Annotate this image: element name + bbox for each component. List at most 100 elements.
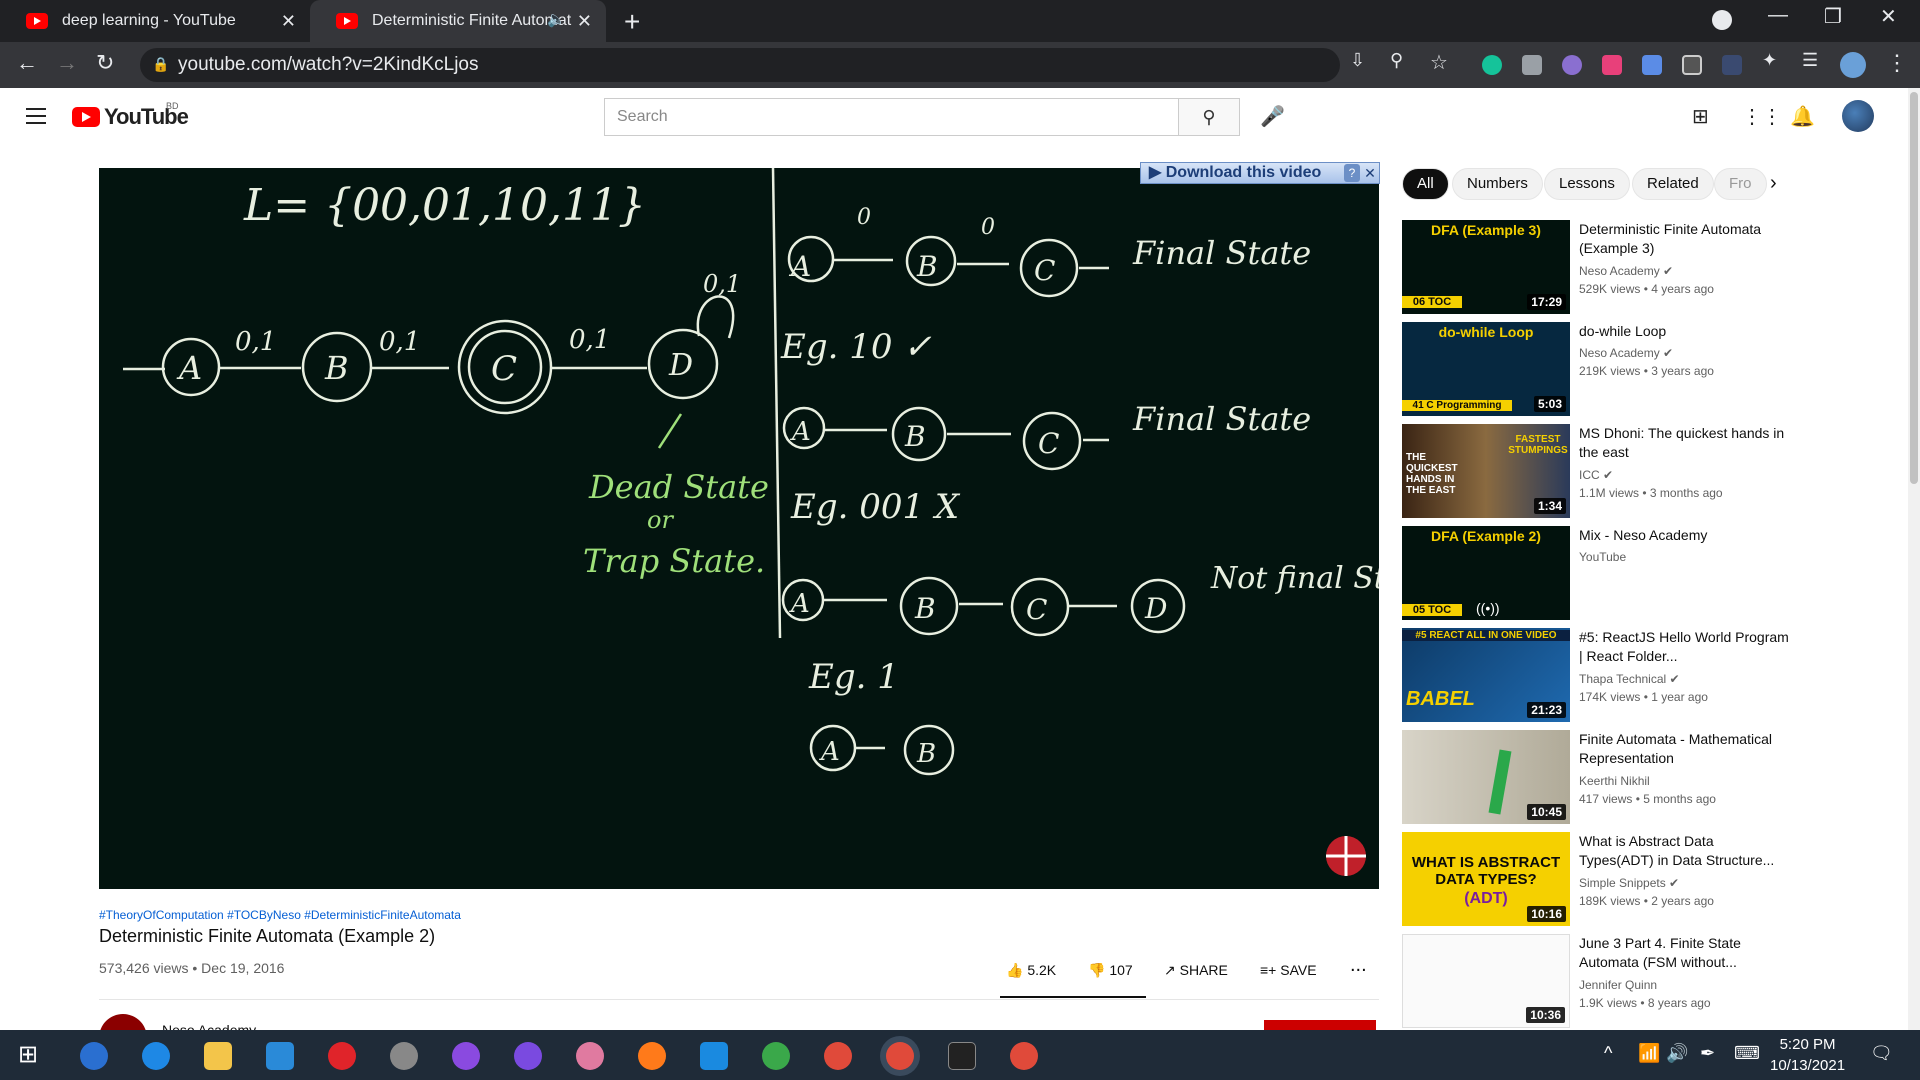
rec-item[interactable]: 10:45 Finite Automata - Mathematical Rep…: [1402, 730, 1882, 826]
rec-channel[interactable]: Neso Academy ✔: [1579, 264, 1673, 278]
rec-channel[interactable]: Thapa Technical ✔: [1579, 672, 1680, 686]
youtube-logo-icon[interactable]: [72, 107, 100, 127]
firefox-icon[interactable]: [638, 1042, 666, 1070]
rec-channel[interactable]: Neso Academy ✔: [1579, 346, 1673, 360]
new-tab-button[interactable]: +: [624, 6, 640, 38]
camera-extension-icon[interactable]: [1522, 55, 1542, 75]
share-button[interactable]: ↗ SHARE: [1164, 962, 1228, 979]
create-video-icon[interactable]: ⊞: [1692, 104, 1709, 129]
address-bar[interactable]: youtube.com/watch?v=2KindKcLjos: [140, 48, 1340, 82]
profile-avatar-icon[interactable]: [1840, 52, 1866, 78]
install-icon[interactable]: ⇩: [1350, 50, 1365, 71]
rec-title[interactable]: #5: ReactJS Hello World Program | React …: [1579, 628, 1789, 666]
rec-title[interactable]: MS Dhoni: The quickest hands in the east: [1579, 424, 1789, 462]
rec-item[interactable]: do-while Loop 41 C Programming 5:03 do-w…: [1402, 322, 1882, 418]
rec-item[interactable]: WHAT IS ABSTRACT DATA TYPES? (ADT) 10:16…: [1402, 832, 1882, 928]
save-button[interactable]: ≡+ SAVE: [1260, 962, 1317, 978]
grammarly-extension-icon[interactable]: [1482, 55, 1502, 75]
flag-extension-icon[interactable]: [1602, 55, 1622, 75]
pen-icon[interactable]: ✒: [1700, 1043, 1715, 1064]
close-tab-icon[interactable]: ✕: [281, 11, 296, 32]
minimize-button[interactable]: —: [1768, 4, 1788, 27]
rec-thumbnail[interactable]: #5 REACT ALL IN ONE VIDEO BABEL 21:23: [1402, 628, 1570, 722]
maps-app-icon[interactable]: [762, 1042, 790, 1070]
chip-related[interactable]: Related: [1632, 168, 1714, 200]
extensions-puzzle-icon[interactable]: ✦: [1762, 50, 1777, 71]
rec-title[interactable]: Mix - Neso Academy: [1579, 526, 1789, 545]
rec-thumbnail[interactable]: do-while Loop 41 C Programming 5:03: [1402, 322, 1570, 416]
close-window-button[interactable]: ✕: [1880, 4, 1897, 29]
vscode-icon[interactable]: [700, 1042, 728, 1070]
chips-next-icon[interactable]: ›: [1770, 172, 1777, 195]
system-clock[interactable]: 5:20 PM 10/13/2021: [1770, 1034, 1845, 1076]
back-arrow-icon[interactable]: ←: [16, 50, 38, 76]
opera-icon[interactable]: [328, 1042, 356, 1070]
more-actions-button[interactable]: ...: [1350, 954, 1367, 977]
chip-lessons[interactable]: Lessons: [1544, 168, 1630, 200]
rec-channel[interactable]: Keerthi Nikhil: [1579, 774, 1650, 788]
subscribe-button[interactable]: [1264, 1020, 1376, 1030]
neso-watermark-icon[interactable]: [1326, 836, 1366, 876]
bookmark-star-icon[interactable]: ☆: [1430, 50, 1448, 75]
extension-icon[interactable]: [1682, 55, 1702, 75]
github-icon[interactable]: [514, 1042, 542, 1070]
notifications-bell-icon[interactable]: 🔔: [1790, 104, 1815, 129]
rec-item[interactable]: DFA (Example 3) 06 TOC 17:29 Determinist…: [1402, 220, 1882, 316]
rec-channel[interactable]: Simple Snippets ✔: [1579, 876, 1679, 890]
chip-from[interactable]: Fro: [1714, 168, 1767, 200]
chrome-icon[interactable]: [824, 1042, 852, 1070]
qb-app-icon[interactable]: [80, 1042, 108, 1070]
notification-center-icon[interactable]: 🗨: [1870, 1043, 1893, 1064]
rec-channel[interactable]: Jennifer Quinn: [1579, 978, 1657, 992]
microphone-icon[interactable]: 🎤: [1260, 104, 1285, 129]
chrome-menu-icon[interactable]: ⋮: [1886, 50, 1908, 76]
edge-icon[interactable]: [142, 1042, 170, 1070]
video-hashtags[interactable]: #TheoryOfComputation #TOCByNeso #Determi…: [99, 908, 461, 922]
rec-item[interactable]: 10:36 June 3 Part 4. Finite State Automa…: [1402, 934, 1882, 1030]
wifi-icon[interactable]: 📶: [1638, 1043, 1660, 1064]
extension-icon[interactable]: [1562, 55, 1582, 75]
chip-numbers[interactable]: Numbers: [1452, 168, 1543, 200]
rec-thumbnail[interactable]: DFA (Example 2) 05 TOC ((•)): [1402, 526, 1570, 620]
windows-start-icon[interactable]: ⊞: [18, 1040, 38, 1069]
rec-thumbnail[interactable]: THE QUICKEST HANDS IN THE EAST FASTEST S…: [1402, 424, 1570, 518]
like-button[interactable]: 👍 5.2K: [1006, 962, 1056, 979]
apps-grid-icon[interactable]: ⋮⋮: [1742, 104, 1782, 129]
media-control-icon[interactable]: ☰: [1802, 50, 1818, 71]
search-button[interactable]: ⚲: [1178, 98, 1240, 136]
close-tab-icon[interactable]: ✕: [577, 11, 592, 32]
download-help-icon[interactable]: ?: [1344, 164, 1360, 182]
rec-thumbnail[interactable]: WHAT IS ABSTRACT DATA TYPES? (ADT) 10:16: [1402, 832, 1570, 926]
satellite-app-icon[interactable]: [390, 1042, 418, 1070]
download-extension-icon[interactable]: [1642, 55, 1662, 75]
menu-icon[interactable]: [26, 108, 46, 124]
rec-item[interactable]: #5 REACT ALL IN ONE VIDEO BABEL 21:23 #5…: [1402, 628, 1882, 724]
rec-title[interactable]: Finite Automata - Mathematical Represent…: [1579, 730, 1789, 768]
rec-title[interactable]: do-while Loop: [1579, 322, 1789, 341]
chip-all[interactable]: All: [1402, 168, 1449, 200]
chrome-active-icon[interactable]: [886, 1042, 914, 1070]
file-explorer-icon[interactable]: [204, 1042, 232, 1070]
lock-icon[interactable]: 🔒: [152, 56, 169, 73]
show-hidden-icons-chevron-icon[interactable]: ^: [1604, 1043, 1612, 1064]
browser-tab-dfa[interactable]: Deterministic Finite Automat 🔈 ✕: [310, 0, 606, 42]
rec-thumbnail[interactable]: DFA (Example 3) 06 TOC 17:29: [1402, 220, 1570, 314]
rec-item[interactable]: THE QUICKEST HANDS IN THE EAST FASTEST S…: [1402, 424, 1882, 520]
rec-channel[interactable]: YouTube: [1579, 550, 1626, 564]
forward-arrow-icon[interactable]: →: [56, 50, 78, 76]
keyboard-icon[interactable]: ⌨: [1734, 1043, 1760, 1064]
dislike-button[interactable]: 👎 107: [1088, 962, 1133, 979]
pen-extension-icon[interactable]: [1722, 55, 1742, 75]
scrollbar-thumb[interactable]: [1910, 92, 1918, 484]
browser-tab-deep-learning[interactable]: deep learning - YouTube ✕: [0, 0, 310, 42]
messenger-icon[interactable]: [452, 1042, 480, 1070]
rec-title[interactable]: What is Abstract Data Types(ADT) in Data…: [1579, 832, 1789, 870]
search-input[interactable]: Search: [604, 98, 1178, 136]
terminal-icon[interactable]: [948, 1042, 976, 1070]
video-player[interactable]: L= {00,01,10,11} A B C D 0,1 0,1 0,1 0,1…: [99, 168, 1379, 889]
rec-channel[interactable]: ICC ✔: [1579, 468, 1613, 482]
download-close-icon[interactable]: ✕: [1362, 164, 1378, 182]
account-avatar[interactable]: [1842, 100, 1874, 132]
volume-icon[interactable]: 🔊: [1666, 1043, 1688, 1064]
rec-item[interactable]: DFA (Example 2) 05 TOC ((•)) Mix - Neso …: [1402, 526, 1882, 622]
